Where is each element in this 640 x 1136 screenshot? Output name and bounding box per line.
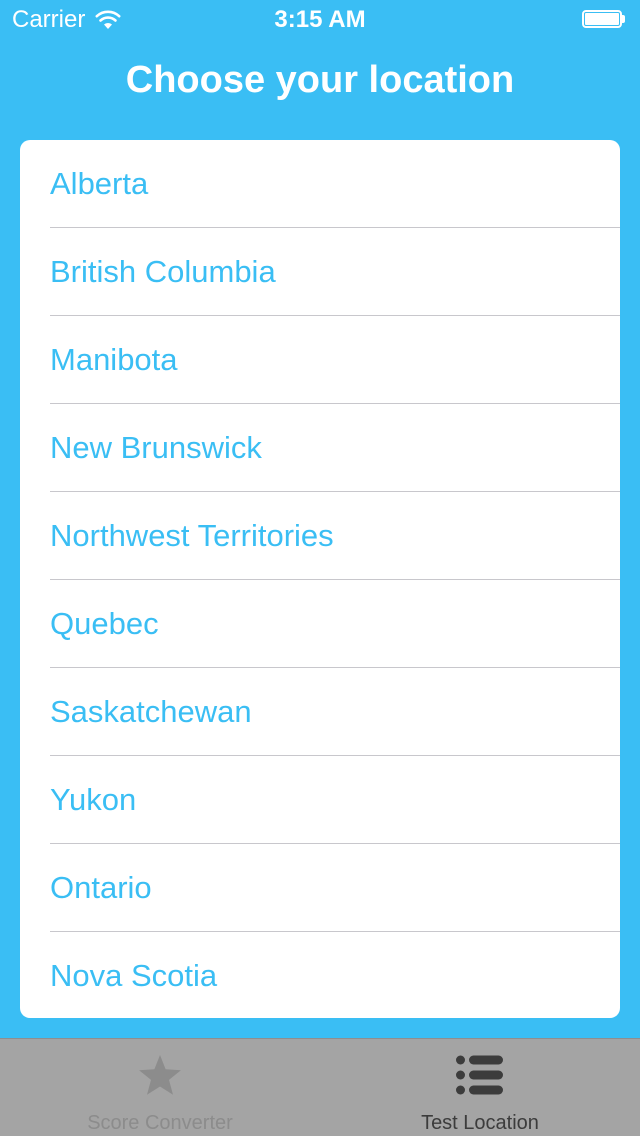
list-item-label: Alberta [50,166,149,201]
list-icon [456,1053,504,1097]
list-item-british-columbia[interactable]: British Columbia [20,228,620,316]
list-item-ontario[interactable]: Ontario [20,844,620,932]
list-item-new-brunswick[interactable]: New Brunswick [20,404,620,492]
status-bar: Carrier 3:15 AM [0,0,640,40]
page-title: Choose your location [125,59,515,101]
tab-label: Test Location [421,1112,539,1134]
location-list: Alberta British Columbia Manibota New Br… [20,140,620,1018]
list-item-manibota[interactable]: Manibota [20,316,620,404]
list-item-label: Ontario [50,870,152,905]
list-item-label: Saskatchewan [50,694,252,729]
list-item-quebec[interactable]: Quebec [20,580,620,668]
battery-icon [582,10,628,30]
tab-bar: Score Converter Test Location [0,1038,640,1136]
list-item-yukon[interactable]: Yukon [20,756,620,844]
list-item-label: Manibota [50,342,178,377]
location-list-card: Alberta British Columbia Manibota New Br… [20,140,620,1018]
tab-test-location[interactable]: Test Location [320,1039,640,1136]
list-item-label: British Columbia [50,254,276,289]
list-item-label: Yukon [50,782,137,817]
tab-label: Score Converter [87,1112,233,1134]
list-item-label: Northwest Territories [50,518,334,553]
status-time: 3:15 AM [274,6,366,33]
tab-score-converter[interactable]: Score Converter [0,1039,320,1136]
list-item-nova-scotia[interactable]: Nova Scotia [20,932,620,1018]
list-item-label: Nova Scotia [50,958,218,993]
list-item-label: Quebec [50,606,159,641]
star-icon [136,1053,184,1097]
list-item-saskatchewan[interactable]: Saskatchewan [20,668,620,756]
list-item-northwest-territories[interactable]: Northwest Territories [20,492,620,580]
list-item-alberta[interactable]: Alberta [20,140,620,228]
list-item-label: New Brunswick [50,430,262,465]
